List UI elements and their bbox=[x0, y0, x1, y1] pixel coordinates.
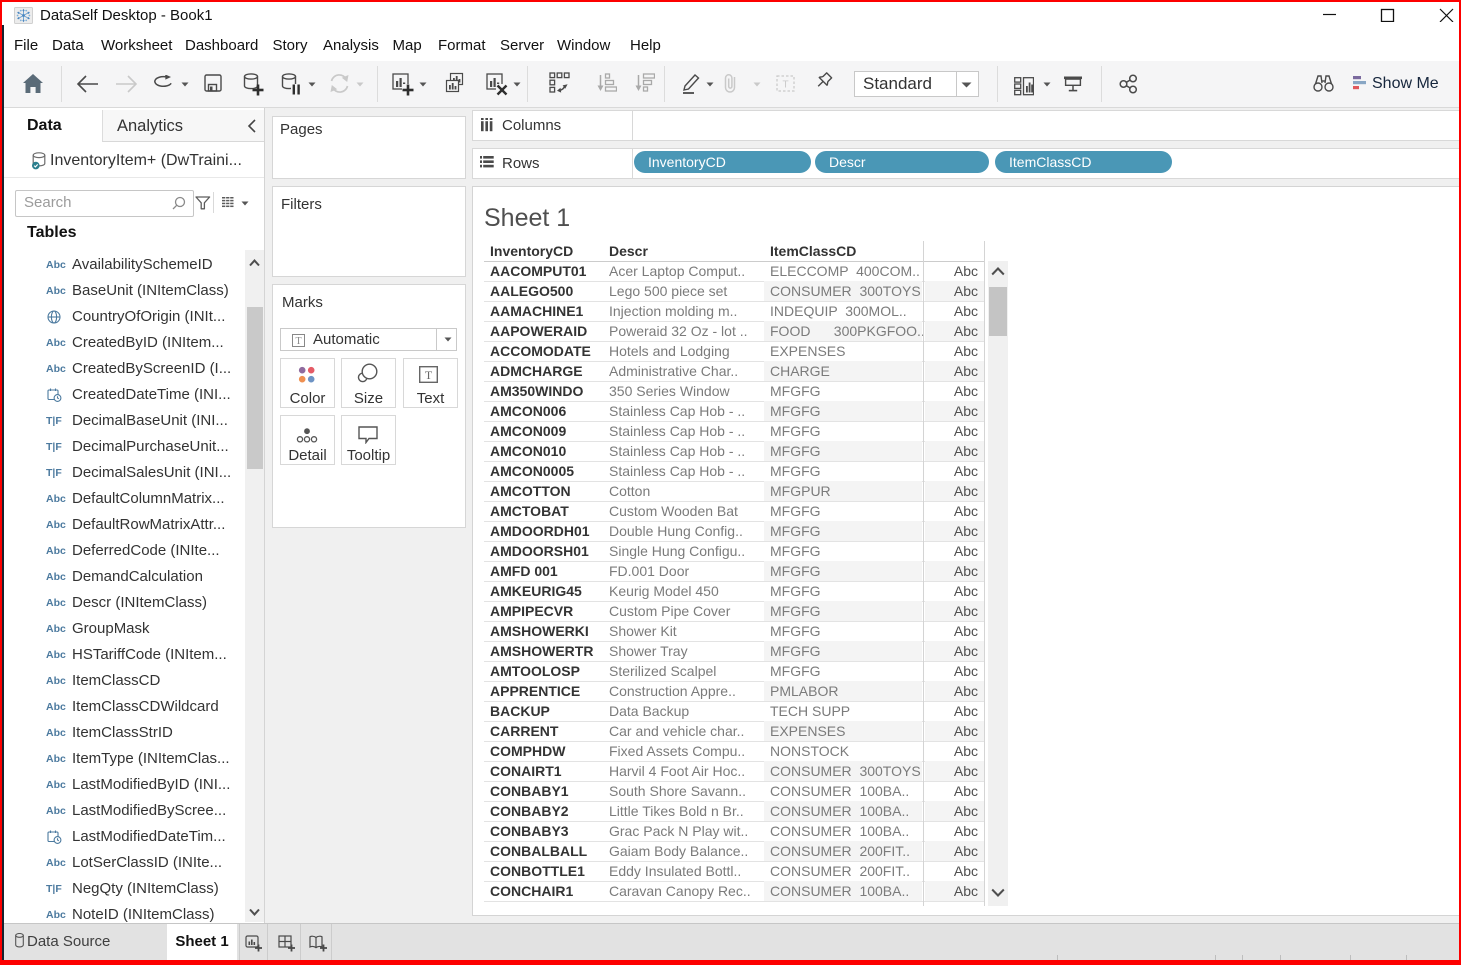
svg-text:T: T bbox=[295, 336, 301, 347]
svg-text:T: T bbox=[782, 80, 788, 91]
svg-text:T: T bbox=[425, 368, 433, 382]
